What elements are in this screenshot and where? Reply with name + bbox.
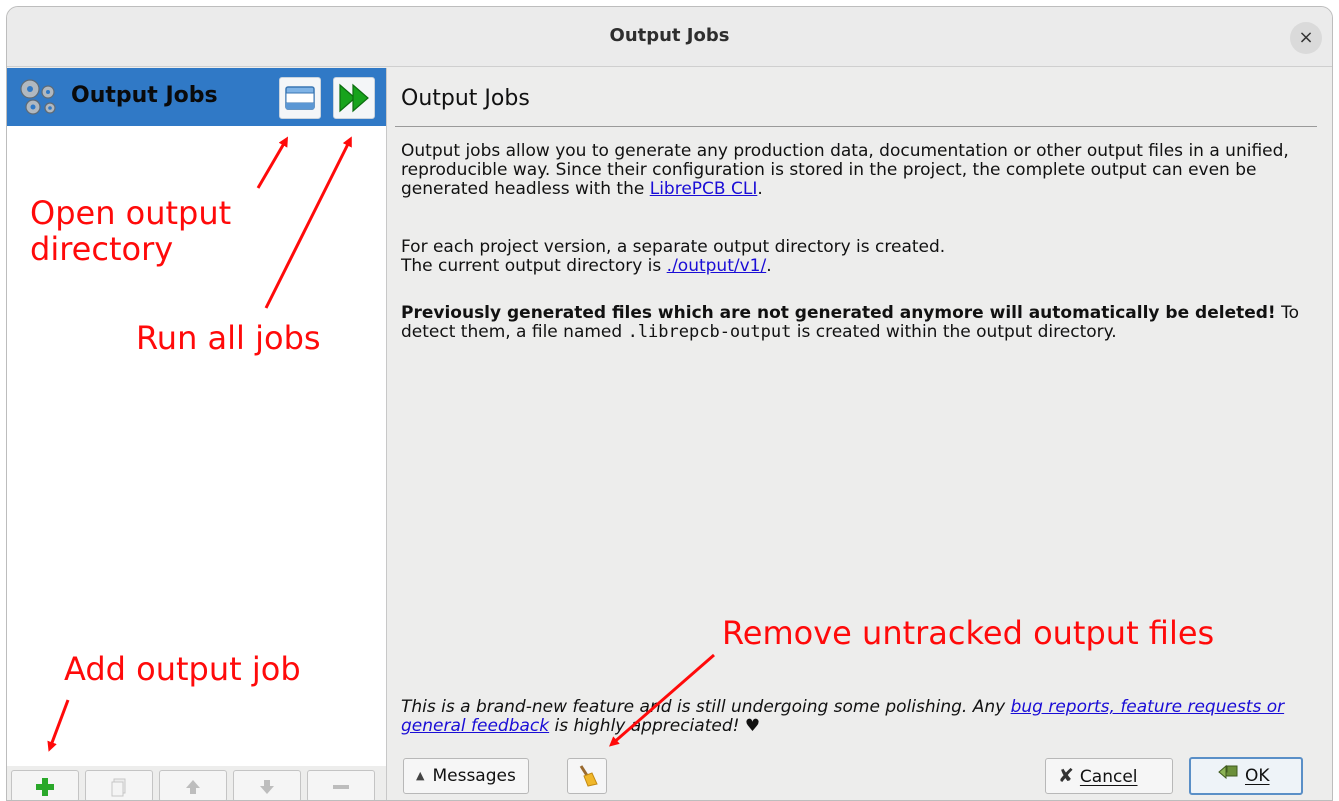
intro-end: .: [757, 179, 763, 199]
window-title: Output Jobs: [609, 25, 730, 46]
cancel-label: Cancel: [1079, 767, 1138, 787]
title-bar: Output Jobs ×: [7, 7, 1332, 67]
feedback-paragraph: This is a brand-new feature and is still…: [401, 698, 1317, 736]
job-list-item-output-jobs[interactable]: Output Jobs: [7, 68, 386, 126]
version-line-2-end: .: [766, 256, 772, 276]
intro-paragraph: Output jobs allow you to generate any pr…: [401, 142, 1317, 199]
warning-paragraph: Previously generated files which are not…: [401, 304, 1317, 342]
arrow-down-icon: [260, 780, 274, 794]
gears-icon: [20, 79, 56, 115]
librepcb-cli-link[interactable]: LibrePCB CLI: [650, 179, 758, 199]
annotation-open-output-directory: Open output directory: [30, 194, 232, 268]
minus-icon: [333, 785, 349, 789]
version-line-2: The current output directory is ./output…: [401, 257, 1317, 276]
feedback-suffix: is highly appreciated! ♥: [549, 716, 761, 736]
chevron-up-icon: ▲: [416, 769, 425, 782]
broom-icon: [579, 765, 598, 787]
version-line-1: For each project version, a separate out…: [401, 237, 946, 257]
version-paragraph: For each project version, a separate out…: [401, 238, 1317, 276]
remove-job-button[interactable]: [307, 770, 375, 800]
close-button[interactable]: ×: [1290, 22, 1322, 54]
output-marker-filename: .librepcb-output: [627, 322, 792, 342]
output-directory-link[interactable]: ./output/v1/: [667, 256, 767, 276]
job-list-toolbar: [7, 766, 386, 800]
open-output-directory-button[interactable]: [279, 77, 321, 119]
feedback-prefix: This is a brand-new feature and is still…: [401, 697, 1011, 717]
ok-icon: [1218, 764, 1238, 780]
warning-bold-text: Previously generated files which are not…: [401, 303, 1276, 323]
cancel-icon: ✘: [1058, 765, 1074, 787]
messages-label: Messages: [432, 766, 516, 786]
move-up-button[interactable]: [159, 770, 227, 800]
copy-icon: [111, 778, 126, 797]
messages-button[interactable]: ▲ Messages: [403, 758, 529, 794]
cancel-button[interactable]: ✘ Cancel: [1045, 758, 1173, 794]
job-details-panel: Output Jobs Output jobs allow you to gen…: [395, 68, 1331, 800]
remove-untracked-files-button[interactable]: [567, 758, 607, 794]
annotation-add-output-job: Add output job: [64, 650, 301, 688]
plus-icon: [36, 778, 54, 796]
copy-job-button[interactable]: [85, 770, 153, 800]
fast-forward-icon: [339, 83, 369, 113]
arrow-up-icon: [186, 780, 200, 794]
ok-button[interactable]: OK: [1189, 757, 1303, 795]
folder-icon: [285, 86, 315, 110]
version-line-2-prefix: The current output directory is: [401, 256, 667, 276]
warning-text-2: is created within the output directory.: [791, 322, 1117, 342]
annotation-run-all-jobs: Run all jobs: [136, 319, 321, 357]
ok-label: OK: [1245, 766, 1270, 786]
intro-text: Output jobs allow you to generate any pr…: [401, 141, 1289, 199]
page-title: Output Jobs: [401, 86, 530, 111]
job-list-header-label: Output Jobs: [71, 83, 218, 108]
divider: [395, 126, 1317, 127]
run-all-jobs-button[interactable]: [333, 77, 375, 119]
annotation-remove-untracked-output-files: Remove untracked output files: [722, 614, 1215, 652]
move-down-button[interactable]: [233, 770, 301, 800]
job-list-panel: Output Jobs: [7, 68, 387, 800]
add-job-button[interactable]: [11, 770, 79, 800]
